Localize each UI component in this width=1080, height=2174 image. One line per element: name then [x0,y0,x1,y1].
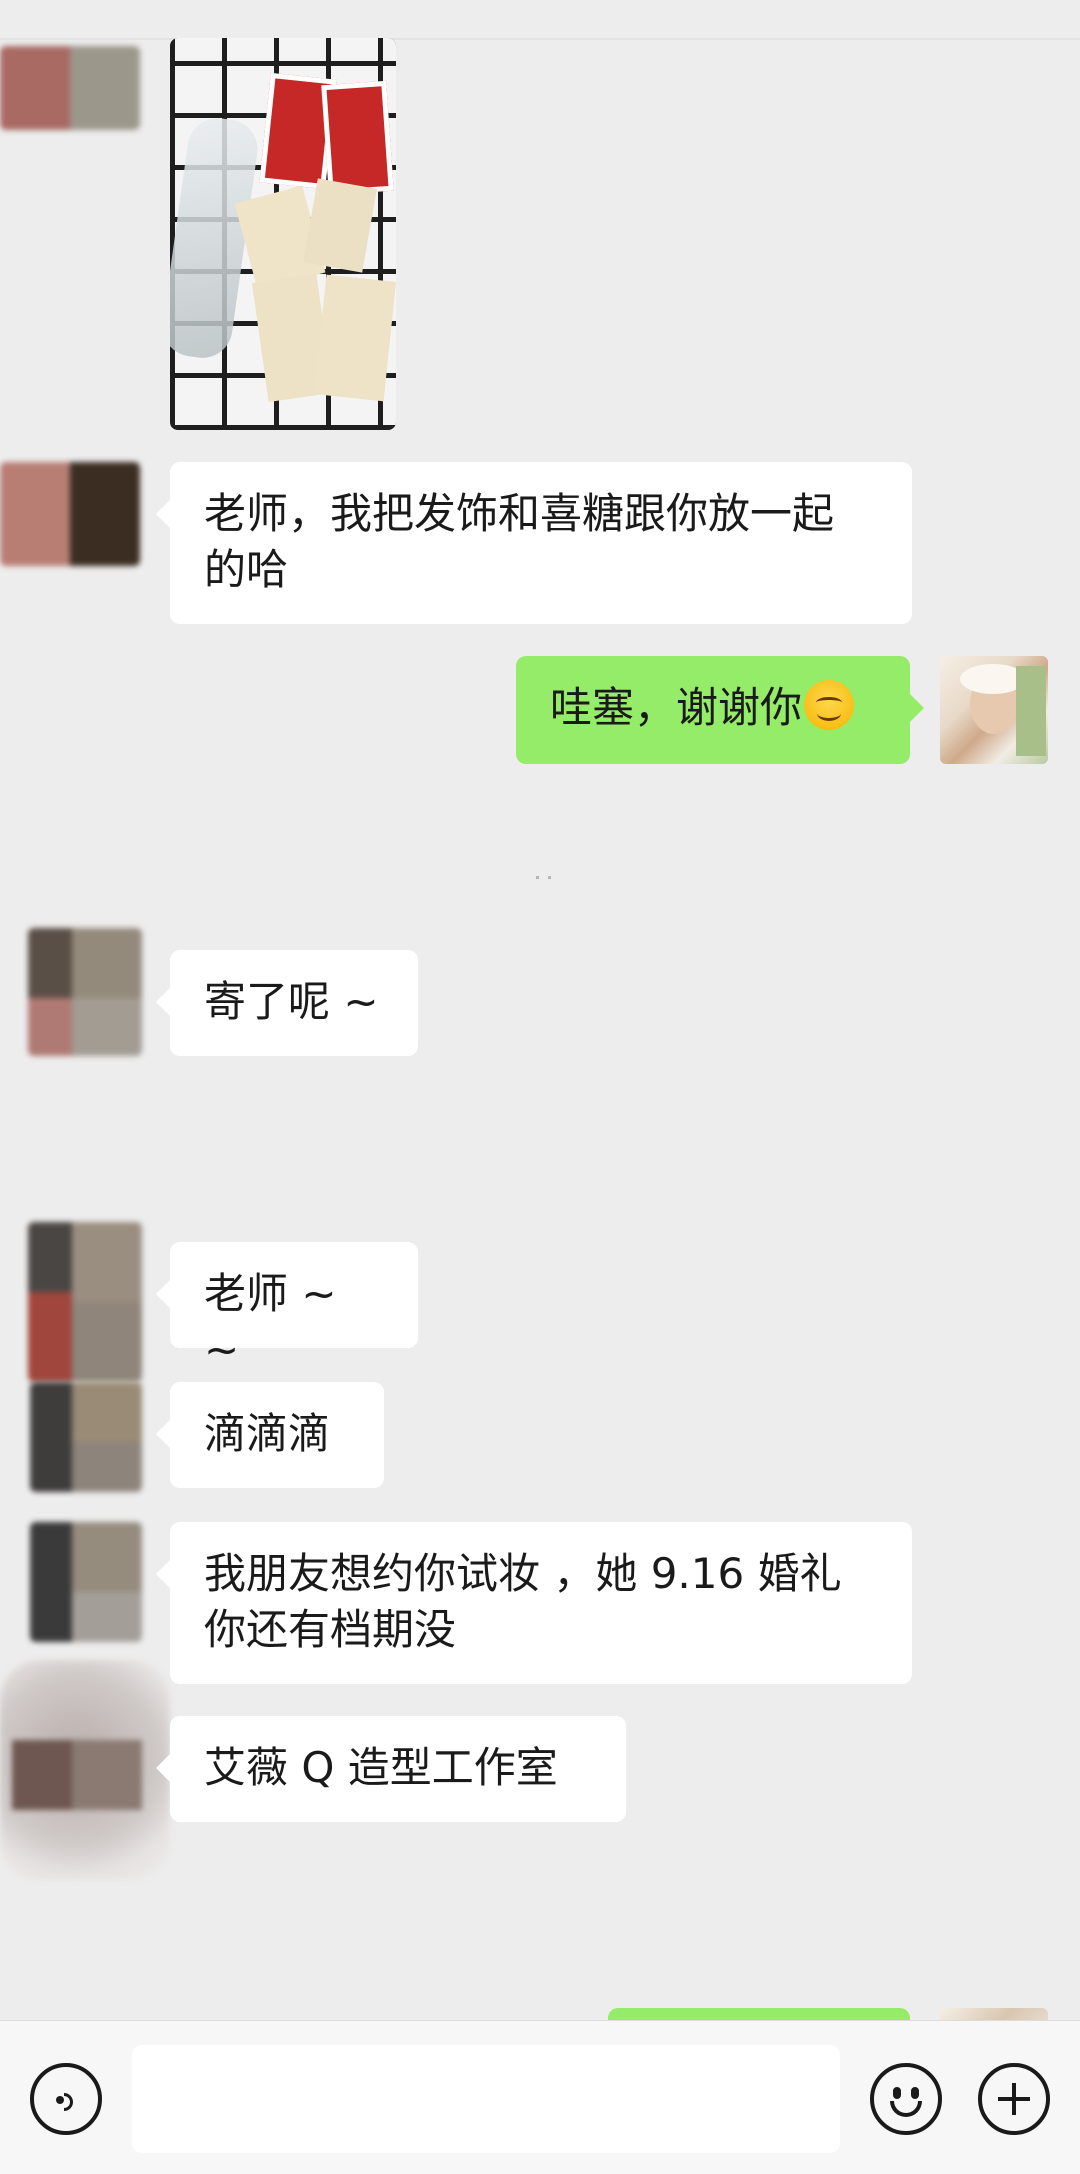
emoji-eye [893,2087,901,2099]
contact-avatar[interactable] [28,1222,142,1382]
outgoing-message-bubble[interactable]: 哇塞，谢谢你 [516,656,924,764]
my-avatar[interactable] [940,2008,1048,2020]
emoji-mouth [890,2101,922,2117]
message-input[interactable] [132,2045,840,2153]
message-text: 老师 ~ ~ [204,1269,337,1374]
biscuit-pack [321,80,394,196]
message-text: 哇塞，谢谢你 [550,683,803,732]
smiling-face-emoji-icon [804,680,855,730]
message-bubble[interactable]: 老师，我把发饰和喜糖跟你放一起 的哈 [156,462,912,624]
contact-avatar[interactable] [0,462,140,566]
chat-history[interactable]: 老师，我把发饰和喜糖跟你放一起 的哈 哇塞，谢谢你 寄了呢 ~ 老师 ~ ~ 滴… [0,0,1080,2020]
plus-icon[interactable] [978,2063,1050,2135]
contact-avatar[interactable] [28,928,142,1056]
avatar-flowers [1016,666,1046,756]
message-bubble[interactable]: 寄了呢 ~ [156,950,418,1056]
message-text: 滴滴滴 [204,1409,331,1458]
separator-dots [536,876,560,879]
message-bubble[interactable]: 艾薇 Q 造型工作室 [156,1716,626,1822]
outgoing-message-bubble[interactable] [608,2008,910,2020]
message-text-line: 我朋友想约你试妆 ，她 9.16 婚礼 [204,1549,842,1598]
input-toolbar [0,2020,1080,2174]
contact-avatar[interactable] [30,1382,142,1492]
contact-avatar[interactable] [0,46,140,130]
my-avatar[interactable] [940,656,1048,764]
message-text-line: 你还有档期没 [204,1605,457,1654]
candy-pack [313,274,396,402]
contact-avatar[interactable] [30,1522,142,1642]
message-bubble[interactable]: 老师 ~ ~ [156,1242,418,1374]
message-text: 寄了呢 ~ [204,977,379,1026]
message-bubble[interactable]: 我朋友想约你试妆 ，她 9.16 婚礼 你还有档期没 [156,1522,912,1684]
emoji-eye [911,2087,919,2099]
voice-input-icon[interactable] [30,2063,102,2135]
message-text-line: 的哈 [204,545,289,594]
top-divider [0,38,1080,40]
emoji-icon[interactable] [870,2063,942,2135]
contact-avatar[interactable] [0,1660,170,1880]
message-text: 艾薇 Q 造型工作室 [204,1743,558,1792]
message-bubble[interactable]: 滴滴滴 [156,1382,384,1488]
image-message-snacks[interactable] [170,38,396,430]
message-text-line: 老师，我把发饰和喜糖跟你放一起 [204,489,835,538]
